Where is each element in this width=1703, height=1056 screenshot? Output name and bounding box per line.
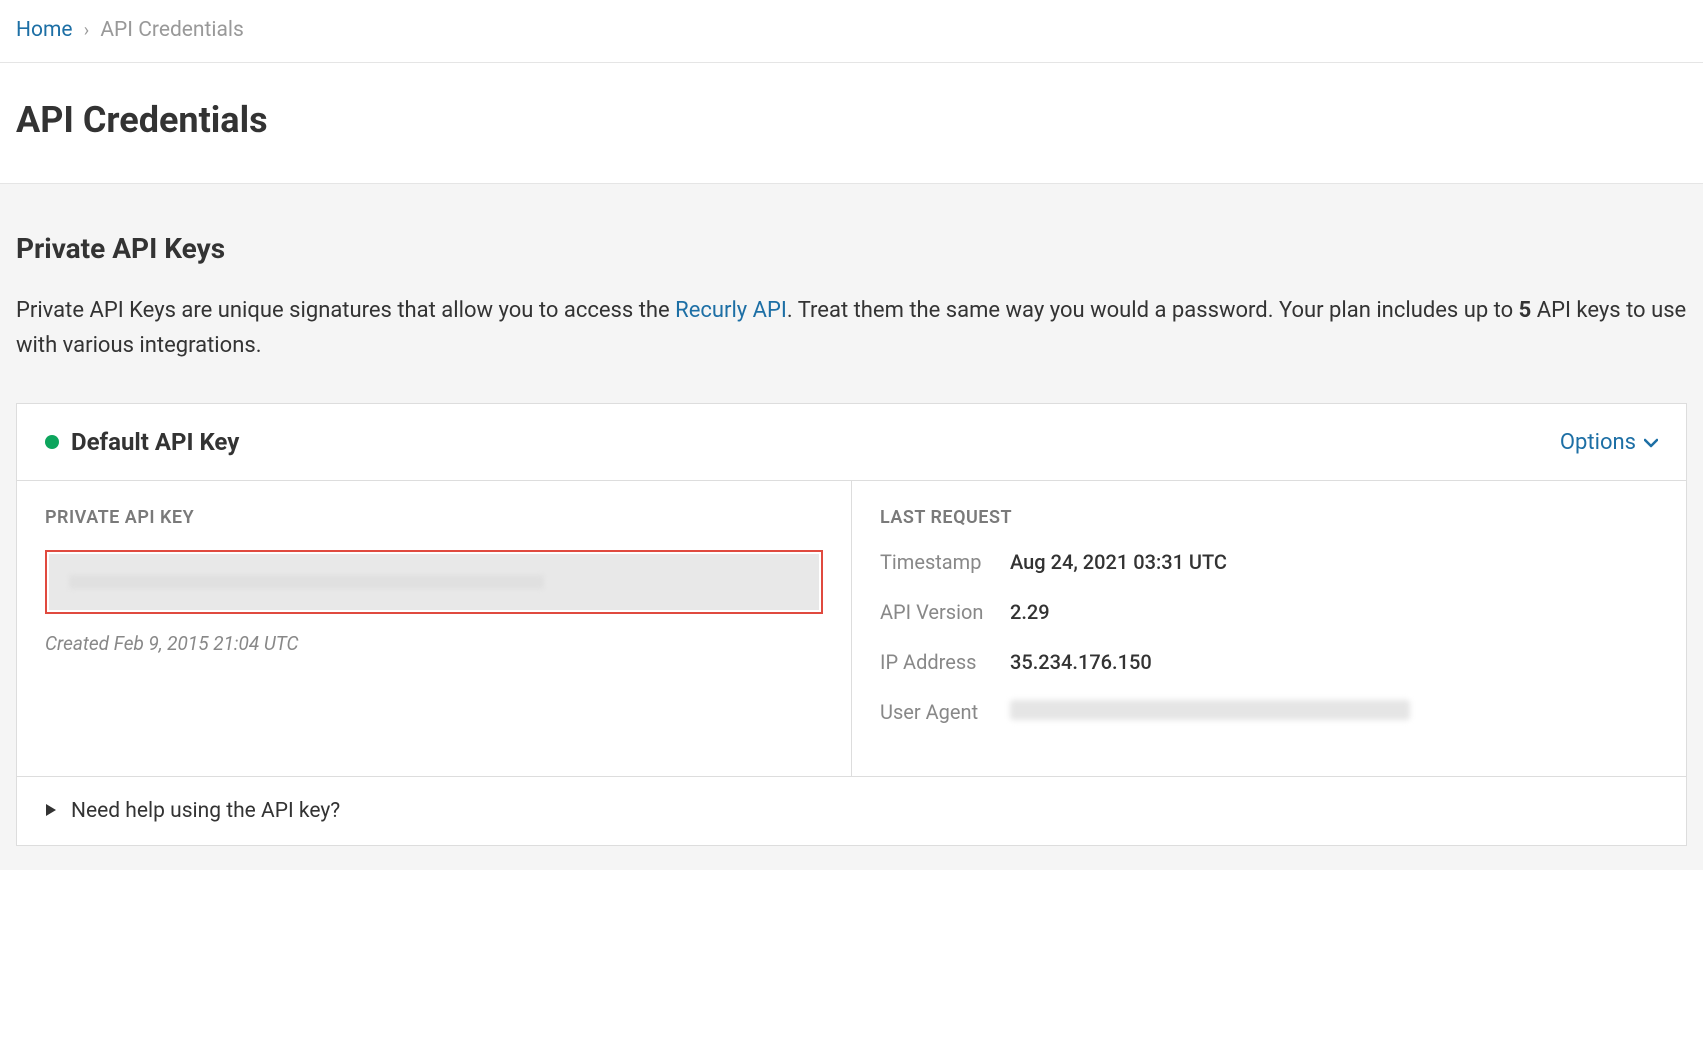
options-label: Options [1560,430,1636,455]
help-expand-row[interactable]: Need help using the API key? [17,776,1686,845]
page-title: API Credentials [16,99,1687,141]
card-body: PRIVATE API KEY Created Feb 9, 2015 21:0… [17,481,1686,776]
triangle-right-icon [45,799,57,823]
api-version-value: 2.29 [1010,600,1050,624]
card-header: Default API Key Options [17,404,1686,481]
created-timestamp: Created Feb 9, 2015 21:04 UTC [45,632,823,655]
section-description: Private API Keys are unique signatures t… [16,293,1687,363]
ip-label: IP Address [880,650,1010,674]
last-request-label: LAST REQUEST [880,507,1658,528]
card-title: Default API Key [71,428,239,456]
timestamp-value: Aug 24, 2021 03:31 UTC [1010,550,1227,574]
user-agent-label: User Agent [880,700,1010,724]
page-title-section: API Credentials [0,63,1703,184]
api-key-card: Default API Key Options PRIVATE API KEY … [16,403,1687,846]
breadcrumb-separator-icon: › [84,20,89,41]
private-key-column: PRIVATE API KEY Created Feb 9, 2015 21:0… [17,481,852,776]
api-version-label: API Version [880,600,1010,624]
detail-row-user-agent: User Agent [880,700,1658,724]
chevron-down-icon [1644,430,1658,455]
breadcrumb-current: API Credentials [100,18,244,42]
api-key-blurred [69,575,544,589]
last-request-column: LAST REQUEST Timestamp Aug 24, 2021 03:3… [852,481,1686,776]
detail-row-ip: IP Address 35.234.176.150 [880,650,1658,674]
ip-value: 35.234.176.150 [1010,650,1152,674]
desc-text-1: Private API Keys are unique signatures t… [16,298,675,323]
user-agent-blurred [1010,700,1410,720]
help-text: Need help using the API key? [71,799,340,823]
timestamp-label: Timestamp [880,550,1010,574]
breadcrumb-home-link[interactable]: Home [16,18,73,42]
content-area: Private API Keys Private API Keys are un… [0,184,1703,870]
desc-text-2: . Treat them the same way you would a pa… [787,298,1519,323]
recurly-api-link[interactable]: Recurly API [675,298,787,323]
private-key-label: PRIVATE API KEY [45,507,823,528]
api-key-value-field[interactable] [49,554,819,610]
detail-row-timestamp: Timestamp Aug 24, 2021 03:31 UTC [880,550,1658,574]
section-heading: Private API Keys [16,232,1687,265]
desc-bold-count: 5 [1519,298,1532,323]
status-dot-icon [45,435,59,449]
key-highlight-box [45,550,823,614]
card-header-left: Default API Key [45,428,239,456]
breadcrumb: Home › API Credentials [0,0,1703,63]
options-dropdown[interactable]: Options [1560,430,1658,455]
detail-row-api-version: API Version 2.29 [880,600,1658,624]
